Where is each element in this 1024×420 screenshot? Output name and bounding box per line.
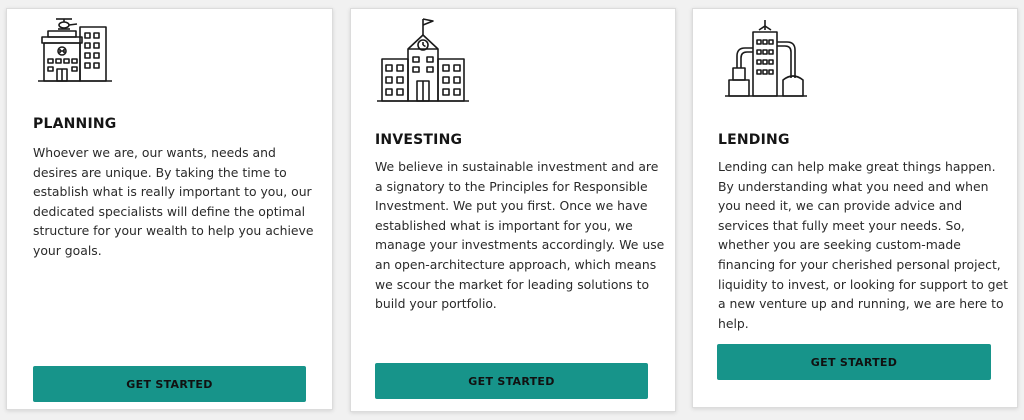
card-title: LENDING [718,132,790,148]
hospital-building-icon [36,13,116,93]
card-title: INVESTING [375,132,463,148]
get-started-button[interactable]: GET STARTED [33,366,306,402]
card-description: We believe in sustainable investment and… [375,159,665,312]
planning-card: PLANNING Whoever we are, our wants, need… [6,8,333,410]
card-description: Whoever we are, our wants, needs and des… [33,145,314,258]
school-building-icon [376,15,470,103]
lending-card: LENDING Lending can help make great thin… [692,8,1018,408]
get-started-button[interactable]: GET STARTED [375,363,648,399]
factory-building-icon [723,18,809,100]
get-started-button[interactable]: GET STARTED [717,344,991,380]
card-title: PLANNING [33,116,117,132]
investing-card: INVESTING We believe in sustainable inve… [350,8,676,412]
card-description: Lending can help make great things happe… [718,159,1009,331]
